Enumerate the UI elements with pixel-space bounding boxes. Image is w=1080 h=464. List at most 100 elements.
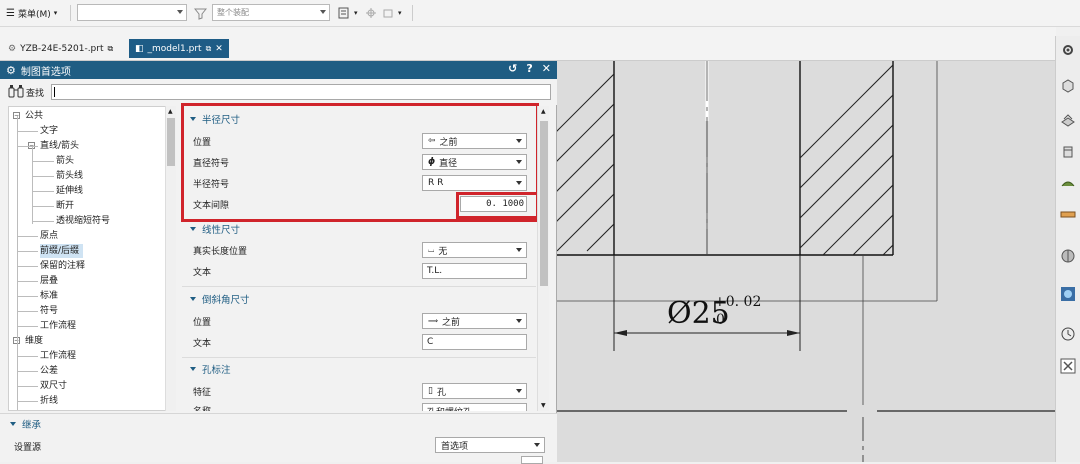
section-title: 继承 — [22, 420, 42, 431]
collapse-icon — [190, 227, 196, 231]
assembly-navigator-icon[interactable] — [1060, 112, 1076, 128]
part-navigator-icon[interactable] — [1060, 78, 1076, 94]
tools-icon[interactable] — [1060, 358, 1076, 374]
tree-connector — [32, 146, 33, 224]
tab-yzb-part[interactable]: ⚙ YZB-24E-5201-.prt ⧉ — [2, 39, 119, 58]
scroll-down-icon[interactable]: ▼ — [541, 402, 546, 409]
tree-item[interactable]: 层叠 — [40, 274, 62, 288]
point-snap-button[interactable] — [365, 5, 378, 21]
tree-connector — [17, 371, 38, 372]
tree-item[interactable]: 标准 — [40, 289, 62, 303]
tree-item[interactable]: 文字 — [40, 124, 62, 138]
menu-button[interactable]: ☰ 菜单(M) ▾ — [6, 5, 57, 21]
chevron-down-icon — [516, 248, 522, 252]
tree-item[interactable]: 延伸线 — [56, 184, 87, 198]
search-input[interactable] — [51, 84, 551, 100]
inherit-section: 继承 设置源 首选项 — [0, 413, 557, 464]
drawing-canvas[interactable]: Ø25 +0. 02 0 — [557, 61, 1055, 462]
part-icon: ◧ — [135, 43, 144, 54]
collapse-icon — [190, 367, 196, 371]
close-icon[interactable]: ✕ — [215, 44, 223, 54]
menu-label: 菜单(M) — [17, 9, 51, 20]
properties-scrollbar[interactable]: ▲ ▼ — [537, 106, 549, 411]
document-tabs: ⚙ YZB-24E-5201-.prt ⧉ ◧ _model1.prt ⧉ ✕ — [0, 27, 1056, 61]
chamfer-position-dropdown[interactable]: ⟹ 之前 — [422, 313, 527, 329]
tree-item[interactable]: 折线 — [40, 394, 62, 408]
section-chamfer-header[interactable]: 倒斜角尺寸 — [190, 292, 250, 306]
tree-connector — [32, 176, 54, 177]
tree-item[interactable]: 公共 — [25, 109, 47, 123]
chamfer-text-label: 文本 — [193, 339, 212, 349]
constraint-navigator-icon[interactable] — [1060, 144, 1076, 160]
chevron-down-icon: ▾ — [53, 9, 58, 17]
tree-item[interactable]: 工作流程 — [40, 349, 80, 363]
toolbar-separator — [70, 5, 71, 21]
tree-item[interactable]: 透视缩短符号 — [56, 214, 114, 228]
chevron-down-icon — [320, 10, 326, 14]
tree-connector — [17, 146, 38, 147]
tree-connector — [17, 116, 18, 341]
tree-connector — [17, 311, 38, 312]
tree-item[interactable]: 保留的注释 — [40, 259, 89, 273]
linear-text-input[interactable]: T.L. — [422, 263, 527, 279]
section-hole-header[interactable]: 孔标注 — [190, 362, 231, 376]
properties-scroll-thumb[interactable] — [540, 121, 548, 286]
search-row: 查找 — [0, 79, 557, 105]
help-button[interactable]: ? — [526, 62, 532, 75]
tree-connector — [17, 236, 38, 237]
dialog-title: 制图首选项 — [20, 66, 71, 78]
filter-icon[interactable] — [194, 5, 207, 21]
linear-text-label: 文本 — [193, 268, 212, 278]
tree-scrollbar[interactable]: ▲ — [165, 106, 176, 411]
tree-item[interactable]: 维度 — [25, 334, 47, 348]
select-object-button[interactable] — [521, 456, 543, 464]
dropdown-value: 之前 — [442, 317, 461, 328]
gear-icon[interactable] — [1060, 42, 1076, 58]
tree-item[interactable]: 公差 — [40, 364, 62, 378]
scroll-up-icon[interactable]: ▲ — [168, 108, 173, 115]
tree-item[interactable]: 符号 — [40, 304, 62, 318]
assembly-scope-combo[interactable]: 整个装配 — [212, 4, 330, 21]
collapse-icon — [190, 297, 196, 301]
tree-item[interactable]: 箭头 — [56, 154, 78, 168]
resource-bar — [1055, 36, 1080, 462]
section-inherit-header[interactable]: 继承 — [10, 417, 41, 431]
assembly-scope-value: 整个装配 — [217, 8, 249, 17]
web-browser-icon[interactable] — [1060, 248, 1076, 264]
view-snap-button[interactable]: ▾ — [382, 5, 402, 21]
snap-settings-button[interactable]: ▾ — [337, 5, 358, 21]
tree-connector — [17, 386, 38, 387]
history-icon[interactable] — [1060, 286, 1076, 302]
tree-connector — [17, 326, 38, 327]
reset-button[interactable]: ↺ — [508, 62, 517, 75]
clock-icon[interactable] — [1060, 326, 1076, 342]
settings-source-dropdown[interactable]: 首选项 — [435, 437, 545, 453]
tree-item[interactable]: 工作流程 — [40, 319, 80, 333]
close-button[interactable]: ✕ — [542, 62, 551, 75]
tree-connector — [17, 296, 38, 297]
top-toolbar: ☰ 菜单(M) ▾ 整个装配 ▾ ▾ — [0, 0, 1080, 27]
feature-dropdown[interactable]: ▯ 孔 — [422, 383, 527, 399]
tab-model1-part[interactable]: ◧ _model1.prt ⧉ ✕ — [129, 39, 229, 58]
tree-item[interactable]: 双尺寸 — [40, 379, 71, 393]
chamfer-text-input[interactable]: C — [422, 334, 527, 350]
toolbar-separator — [412, 5, 413, 21]
scroll-up-icon[interactable]: ▲ — [541, 108, 546, 115]
tree-item[interactable]: 直线/箭头 — [40, 139, 83, 153]
hole-name-input[interactable]: 孔和螺纹孔 — [422, 403, 527, 411]
chevron-down-icon — [516, 319, 522, 323]
tree-scroll-thumb[interactable] — [167, 118, 175, 166]
true-length-dropdown[interactable]: ⌴ 无 — [422, 242, 527, 258]
tree-item[interactable]: 原点 — [40, 229, 62, 243]
tree-item[interactable]: 断开 — [56, 199, 78, 213]
reuse-library-icon[interactable] — [1060, 176, 1076, 192]
tree-item[interactable]: 箭头线 — [56, 169, 87, 183]
selection-filter-combo[interactable] — [77, 4, 187, 21]
hd3d-tools-icon[interactable] — [1060, 206, 1076, 222]
section-linear-header[interactable]: 线性尺寸 — [190, 222, 240, 236]
drafting-preferences-dialog: ⚙ 制图首选项 ↺ ? ✕ 查找 −公共文字−直线/箭头箭头箭头线延伸线断开透视… — [0, 61, 557, 464]
chevron-down-icon: ▾ — [398, 9, 402, 17]
hamburger-icon: ☰ — [6, 7, 15, 19]
tree-connector — [17, 131, 38, 132]
tree-item[interactable]: 前缀/后缀 — [40, 244, 84, 258]
